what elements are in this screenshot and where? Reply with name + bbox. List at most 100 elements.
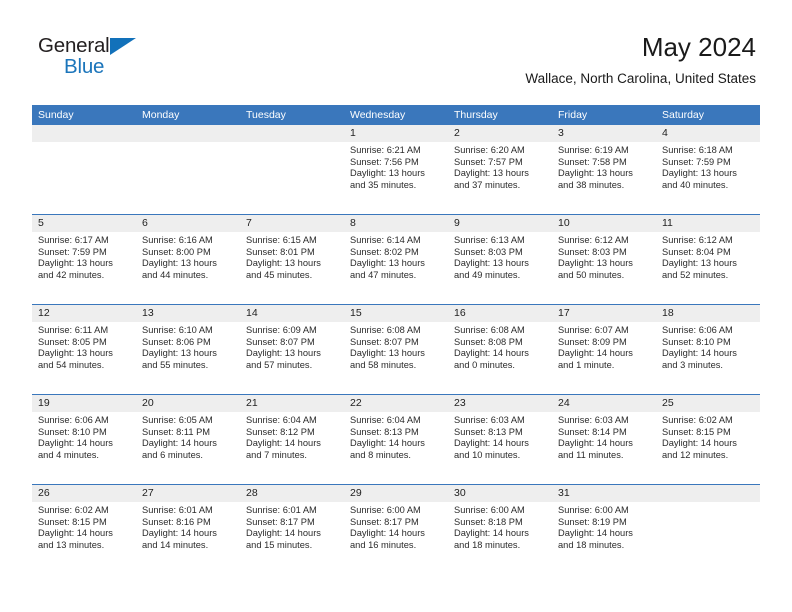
day-detail-line: and 11 minutes.: [558, 449, 624, 460]
day-detail-line: Sunset: 8:13 PM: [454, 426, 523, 437]
day-details: Sunrise: 6:15 AM Sunset: 8:01 PM Daylight:…: [240, 232, 344, 281]
day-details: Sunrise: 6:21 AM Sunset: 7:56 PM Daylight:…: [344, 142, 448, 191]
calendar-week-row: 26 Sunrise: 6:02 AM Sunset: 8:15 PM Dayligh…: [32, 484, 760, 574]
day-cell-27[interactable]: 27 Sunrise: 6:01 AM Sunset: 8:16 PM Dayligh…: [136, 485, 240, 574]
day-detail-line: Daylight: 13 hours: [142, 258, 217, 269]
day-detail-line: and 52 minutes.: [662, 269, 729, 280]
day-number: 9: [448, 215, 552, 232]
day-cell-empty: [240, 125, 344, 214]
day-details: Sunrise: 6:07 AM Sunset: 8:09 PM Daylight:…: [552, 322, 656, 371]
day-detail-line: Sunset: 8:17 PM: [246, 516, 315, 527]
day-detail-line: and 18 minutes.: [454, 539, 521, 550]
day-cell-12[interactable]: 12 Sunrise: 6:11 AM Sunset: 8:05 PM Dayligh…: [32, 305, 136, 394]
day-detail-line: and 42 minutes.: [38, 269, 105, 280]
day-details: Sunrise: 6:00 AM Sunset: 8:18 PM Daylight:…: [448, 502, 552, 551]
day-number: 8: [344, 215, 448, 232]
day-detail-line: Daylight: 14 hours: [38, 438, 113, 449]
day-detail-line: Sunset: 8:15 PM: [38, 516, 107, 527]
day-cell-2[interactable]: 2 Sunrise: 6:20 AM Sunset: 7:57 PM Daylight…: [448, 125, 552, 214]
day-details: [136, 142, 240, 145]
day-cell-1[interactable]: 1 Sunrise: 6:21 AM Sunset: 7:56 PM Daylight…: [344, 125, 448, 214]
day-cell-29[interactable]: 29 Sunrise: 6:00 AM Sunset: 8:17 PM Dayligh…: [344, 485, 448, 574]
day-cell-20[interactable]: 20 Sunrise: 6:05 AM Sunset: 8:11 PM Dayligh…: [136, 395, 240, 484]
day-detail-line: Sunset: 8:10 PM: [662, 336, 731, 347]
day-cell-14[interactable]: 14 Sunrise: 6:09 AM Sunset: 8:07 PM Dayligh…: [240, 305, 344, 394]
day-detail-line: and 45 minutes.: [246, 269, 313, 280]
day-number: 29: [344, 485, 448, 502]
day-detail-line: Sunrise: 6:12 AM: [558, 235, 629, 245]
day-number: 12: [32, 305, 136, 322]
day-details: Sunrise: 6:01 AM Sunset: 8:16 PM Daylight:…: [136, 502, 240, 551]
day-cell-10[interactable]: 10 Sunrise: 6:12 AM Sunset: 8:03 PM Dayligh…: [552, 215, 656, 304]
day-detail-line: Sunset: 8:16 PM: [142, 516, 211, 527]
day-detail-line: Sunset: 8:10 PM: [38, 426, 107, 437]
day-cell-11[interactable]: 11 Sunrise: 6:12 AM Sunset: 8:04 PM Dayligh…: [656, 215, 760, 304]
calendar-week-row: 19 Sunrise: 6:06 AM Sunset: 8:10 PM Dayligh…: [32, 394, 760, 484]
weekday-header-row: Sunday Monday Tuesday Wednesday Thursday Frid…: [32, 105, 760, 125]
day-cell-18[interactable]: 18 Sunrise: 6:06 AM Sunset: 8:10 PM Dayligh…: [656, 305, 760, 394]
day-cell-25[interactable]: 25 Sunrise: 6:02 AM Sunset: 8:15 PM Dayligh…: [656, 395, 760, 484]
day-detail-line: Sunset: 8:14 PM: [558, 426, 627, 437]
logo-triangle-icon: [110, 38, 136, 55]
day-detail-line: and 49 minutes.: [454, 269, 521, 280]
day-detail-line: Sunrise: 6:15 AM: [246, 235, 317, 245]
day-cell-16[interactable]: 16 Sunrise: 6:08 AM Sunset: 8:08 PM Dayligh…: [448, 305, 552, 394]
day-details: Sunrise: 6:08 AM Sunset: 8:07 PM Daylight:…: [344, 322, 448, 371]
day-cell-15[interactable]: 15 Sunrise: 6:08 AM Sunset: 8:07 PM Dayligh…: [344, 305, 448, 394]
day-cell-7[interactable]: 7 Sunrise: 6:15 AM Sunset: 8:01 PM Daylight…: [240, 215, 344, 304]
day-detail-line: Sunset: 8:17 PM: [350, 516, 419, 527]
day-detail-line: Daylight: 14 hours: [350, 528, 425, 539]
day-details: Sunrise: 6:12 AM Sunset: 8:04 PM Daylight:…: [656, 232, 760, 281]
day-cell-9[interactable]: 9 Sunrise: 6:13 AM Sunset: 8:03 PM Daylight…: [448, 215, 552, 304]
day-cell-3[interactable]: 3 Sunrise: 6:19 AM Sunset: 7:58 PM Daylight…: [552, 125, 656, 214]
day-detail-line: and 58 minutes.: [350, 359, 417, 370]
day-detail-line: Daylight: 13 hours: [558, 258, 633, 269]
day-cell-8[interactable]: 8 Sunrise: 6:14 AM Sunset: 8:02 PM Daylight…: [344, 215, 448, 304]
day-detail-line: Sunrise: 6:19 AM: [558, 145, 629, 155]
day-detail-line: and 47 minutes.: [350, 269, 417, 280]
day-detail-line: Daylight: 14 hours: [246, 438, 321, 449]
day-cell-28[interactable]: 28 Sunrise: 6:01 AM Sunset: 8:17 PM Dayligh…: [240, 485, 344, 574]
day-detail-line: Sunrise: 6:00 AM: [558, 505, 629, 515]
day-detail-line: and 38 minutes.: [558, 179, 625, 190]
day-detail-line: Sunset: 8:09 PM: [558, 336, 627, 347]
day-details: [240, 142, 344, 145]
day-number: 27: [136, 485, 240, 502]
day-cell-6[interactable]: 6 Sunrise: 6:16 AM Sunset: 8:00 PM Daylight…: [136, 215, 240, 304]
day-detail-line: Sunrise: 6:06 AM: [38, 415, 109, 425]
day-cell-4[interactable]: 4 Sunrise: 6:18 AM Sunset: 7:59 PM Daylight…: [656, 125, 760, 214]
day-detail-line: Daylight: 13 hours: [350, 168, 425, 179]
day-cell-17[interactable]: 17 Sunrise: 6:07 AM Sunset: 8:09 PM Dayligh…: [552, 305, 656, 394]
day-detail-line: and 16 minutes.: [350, 539, 417, 550]
day-cell-24[interactable]: 24 Sunrise: 6:03 AM Sunset: 8:14 PM Dayligh…: [552, 395, 656, 484]
day-cell-22[interactable]: 22 Sunrise: 6:04 AM Sunset: 8:13 PM Dayligh…: [344, 395, 448, 484]
day-detail-line: Sunrise: 6:08 AM: [454, 325, 525, 335]
day-details: Sunrise: 6:03 AM Sunset: 8:13 PM Daylight:…: [448, 412, 552, 461]
day-cell-21[interactable]: 21 Sunrise: 6:04 AM Sunset: 8:12 PM Dayligh…: [240, 395, 344, 484]
day-cell-26[interactable]: 26 Sunrise: 6:02 AM Sunset: 8:15 PM Dayligh…: [32, 485, 136, 574]
day-cell-13[interactable]: 13 Sunrise: 6:10 AM Sunset: 8:06 PM Dayligh…: [136, 305, 240, 394]
day-number: 30: [448, 485, 552, 502]
day-cell-5[interactable]: 5 Sunrise: 6:17 AM Sunset: 7:59 PM Daylight…: [32, 215, 136, 304]
day-detail-line: Sunrise: 6:14 AM: [350, 235, 421, 245]
day-detail-line: Sunset: 8:07 PM: [350, 336, 419, 347]
day-detail-line: Daylight: 14 hours: [558, 438, 633, 449]
day-number: 6: [136, 215, 240, 232]
day-details: Sunrise: 6:04 AM Sunset: 8:12 PM Daylight:…: [240, 412, 344, 461]
day-cell-19[interactable]: 19 Sunrise: 6:06 AM Sunset: 8:10 PM Dayligh…: [32, 395, 136, 484]
day-cell-31[interactable]: 31 Sunrise: 6:00 AM Sunset: 8:19 PM Dayligh…: [552, 485, 656, 574]
day-cell-empty: [136, 125, 240, 214]
day-detail-line: Sunrise: 6:08 AM: [350, 325, 421, 335]
day-number: 19: [32, 395, 136, 412]
day-detail-line: Sunset: 8:03 PM: [454, 246, 523, 257]
day-detail-line: Sunrise: 6:03 AM: [558, 415, 629, 425]
day-cell-23[interactable]: 23 Sunrise: 6:03 AM Sunset: 8:13 PM Dayligh…: [448, 395, 552, 484]
day-cell-30[interactable]: 30 Sunrise: 6:00 AM Sunset: 8:18 PM Dayligh…: [448, 485, 552, 574]
day-detail-line: and 6 minutes.: [142, 449, 203, 460]
day-detail-line: Sunset: 7:56 PM: [350, 156, 419, 167]
general-blue-logo[interactable]: General Blue: [38, 34, 158, 84]
day-details: Sunrise: 6:00 AM Sunset: 8:19 PM Daylight:…: [552, 502, 656, 551]
day-detail-line: Sunset: 8:04 PM: [662, 246, 731, 257]
day-detail-line: Sunrise: 6:01 AM: [142, 505, 213, 515]
day-number: 7: [240, 215, 344, 232]
